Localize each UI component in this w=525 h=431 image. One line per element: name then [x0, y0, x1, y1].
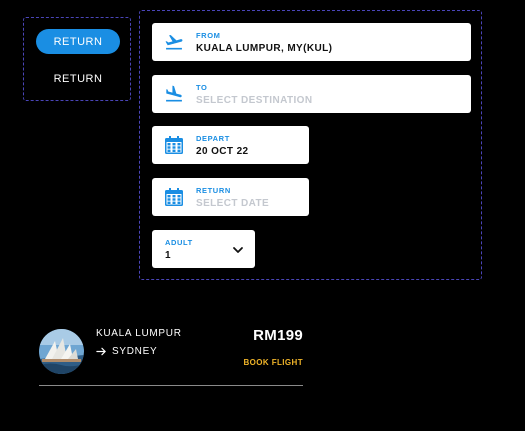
trip-type-return-active[interactable]: RETURN	[36, 29, 120, 54]
depart-label: DEPART	[196, 134, 230, 143]
chevron-down-icon	[233, 247, 243, 253]
book-flight-link[interactable]: BOOK FLIGHT	[243, 358, 303, 367]
depart-date-field[interactable]: DEPART 20 OCT 22	[152, 126, 309, 164]
calendar-icon	[165, 188, 183, 206]
trip-type-selector: RETURN RETURN	[23, 17, 131, 101]
flight-price: RM199	[253, 327, 303, 344]
destination-row: SYDNEY	[96, 346, 157, 357]
adult-label: ADULT	[165, 238, 193, 247]
origin-city: KUALA LUMPUR	[96, 328, 182, 339]
depart-value: 20 OCT 22	[196, 146, 249, 157]
result-divider	[39, 385, 303, 386]
to-label: TO	[196, 83, 208, 92]
from-label: FROM	[196, 31, 221, 40]
calendar-icon	[165, 136, 183, 154]
trip-type-return-option[interactable]: RETURN	[36, 66, 120, 91]
adult-value: 1	[165, 250, 171, 261]
trip-type-label: RETURN	[53, 72, 103, 85]
from-field[interactable]: FROM KUALA LUMPUR, MY(KUL)	[152, 23, 471, 61]
return-date-field[interactable]: RETURN SELECT DATE	[152, 178, 309, 216]
return-placeholder: SELECT DATE	[196, 198, 270, 209]
to-field[interactable]: TO SELECT DESTINATION	[152, 75, 471, 113]
trip-type-label: RETURN	[53, 35, 103, 48]
plane-landing-icon	[166, 85, 182, 102]
destination-city: SYDNEY	[112, 346, 158, 357]
destination-thumbnail	[39, 329, 84, 374]
to-placeholder: SELECT DESTINATION	[196, 95, 313, 106]
from-value: KUALA LUMPUR, MY(KUL)	[196, 43, 333, 54]
arrow-right-icon	[96, 347, 106, 356]
return-label: RETURN	[196, 186, 231, 195]
flight-search-form: FROM KUALA LUMPUR, MY(KUL) TO SELECT DES…	[139, 10, 482, 280]
plane-takeoff-icon	[165, 34, 183, 50]
adult-passenger-select[interactable]: ADULT 1	[152, 230, 255, 268]
flight-result-card: KUALA LUMPUR SYDNEY RM199 BOOK FLIGHT	[39, 326, 303, 386]
